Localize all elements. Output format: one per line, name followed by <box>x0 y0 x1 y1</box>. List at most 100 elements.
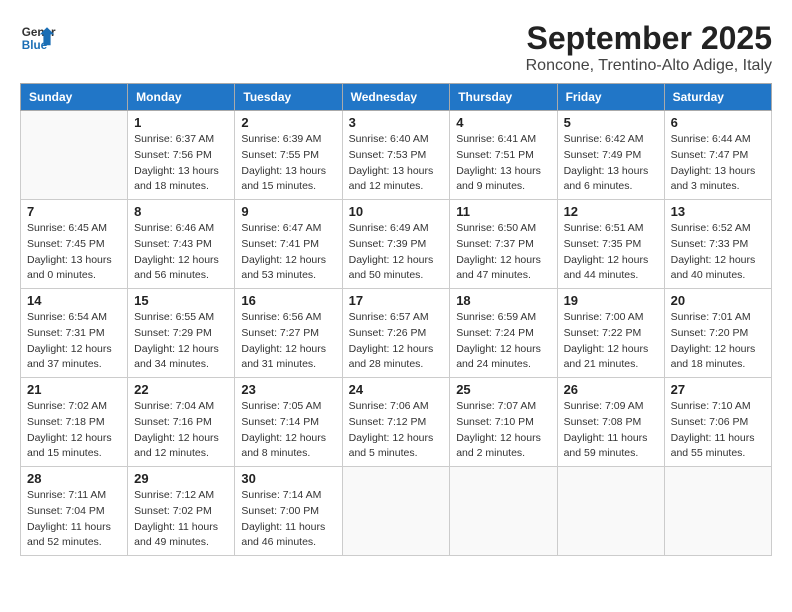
day-number: 11 <box>456 204 550 219</box>
day-info: Sunrise: 7:11 AMSunset: 7:04 PMDaylight:… <box>27 488 121 551</box>
calendar-cell: 1 Sunrise: 6:37 AMSunset: 7:56 PMDaylight… <box>128 111 235 200</box>
day-number: 4 <box>456 115 550 130</box>
calendar-table: SundayMondayTuesdayWednesdayThursdayFrid… <box>20 83 772 556</box>
day-info: Sunrise: 6:42 AMSunset: 7:49 PMDaylight:… <box>564 132 658 195</box>
day-number: 30 <box>241 471 335 486</box>
day-number: 9 <box>241 204 335 219</box>
weekday-header-tuesday: Tuesday <box>235 84 342 111</box>
title-block: September 2025 Roncone, Trentino-Alto Ad… <box>526 20 772 75</box>
day-number: 5 <box>564 115 658 130</box>
day-info: Sunrise: 6:52 AMSunset: 7:33 PMDaylight:… <box>671 221 765 284</box>
day-info: Sunrise: 7:14 AMSunset: 7:00 PMDaylight:… <box>241 488 335 551</box>
calendar-cell <box>342 467 450 556</box>
weekday-header-row: SundayMondayTuesdayWednesdayThursdayFrid… <box>21 84 772 111</box>
calendar-cell: 8 Sunrise: 6:46 AMSunset: 7:43 PMDaylight… <box>128 200 235 289</box>
calendar-week-2: 7Sunrise: 6:45 AMSunset: 7:45 PMDaylight… <box>21 200 772 289</box>
calendar-cell: 19 Sunrise: 7:00 AMSunset: 7:22 PMDayligh… <box>557 289 664 378</box>
day-number: 2 <box>241 115 335 130</box>
day-number: 17 <box>349 293 444 308</box>
calendar-cell: 28 Sunrise: 7:11 AMSunset: 7:04 PMDayligh… <box>21 467 128 556</box>
day-info: Sunrise: 7:00 AMSunset: 7:22 PMDaylight:… <box>564 310 658 373</box>
calendar-cell: 23 Sunrise: 7:05 AMSunset: 7:14 PMDayligh… <box>235 378 342 467</box>
calendar-cell: 22 Sunrise: 7:04 AMSunset: 7:16 PMDayligh… <box>128 378 235 467</box>
calendar-cell <box>21 111 128 200</box>
day-info: Sunrise: 6:40 AMSunset: 7:53 PMDaylight:… <box>349 132 444 195</box>
weekday-header-monday: Monday <box>128 84 235 111</box>
calendar-cell: 21Sunrise: 7:02 AMSunset: 7:18 PMDayligh… <box>21 378 128 467</box>
day-number: 22 <box>134 382 228 397</box>
day-info: Sunrise: 6:47 AMSunset: 7:41 PMDaylight:… <box>241 221 335 284</box>
day-info: Sunrise: 6:37 AMSunset: 7:56 PMDaylight:… <box>134 132 228 195</box>
calendar-cell: 17 Sunrise: 6:57 AMSunset: 7:26 PMDayligh… <box>342 289 450 378</box>
day-info: Sunrise: 6:49 AMSunset: 7:39 PMDaylight:… <box>349 221 444 284</box>
calendar-week-4: 21Sunrise: 7:02 AMSunset: 7:18 PMDayligh… <box>21 378 772 467</box>
calendar-cell: 7Sunrise: 6:45 AMSunset: 7:45 PMDaylight… <box>21 200 128 289</box>
calendar-cell: 25Sunrise: 7:07 AMSunset: 7:10 PMDayligh… <box>450 378 557 467</box>
day-number: 12 <box>564 204 658 219</box>
weekday-header-sunday: Sunday <box>21 84 128 111</box>
calendar-cell <box>664 467 771 556</box>
calendar-cell: 26Sunrise: 7:09 AMSunset: 7:08 PMDayligh… <box>557 378 664 467</box>
day-number: 13 <box>671 204 765 219</box>
day-info: Sunrise: 7:06 AMSunset: 7:12 PMDaylight:… <box>349 399 444 462</box>
day-number: 16 <box>241 293 335 308</box>
logo: General Blue <box>20 20 56 56</box>
weekday-header-saturday: Saturday <box>664 84 771 111</box>
day-number: 29 <box>134 471 228 486</box>
calendar-week-1: 1 Sunrise: 6:37 AMSunset: 7:56 PMDaylight… <box>21 111 772 200</box>
day-number: 8 <box>134 204 228 219</box>
day-number: 14 <box>27 293 121 308</box>
day-number: 3 <box>349 115 444 130</box>
calendar-cell: 18 Sunrise: 6:59 AMSunset: 7:24 PMDayligh… <box>450 289 557 378</box>
day-info: Sunrise: 6:46 AMSunset: 7:43 PMDaylight:… <box>134 221 228 284</box>
day-info: Sunrise: 7:12 AMSunset: 7:02 PMDaylight:… <box>134 488 228 551</box>
day-info: Sunrise: 7:07 AMSunset: 7:10 PMDaylight:… <box>456 399 550 462</box>
day-number: 21 <box>27 382 121 397</box>
day-number: 23 <box>241 382 335 397</box>
day-info: Sunrise: 6:44 AMSunset: 7:47 PMDaylight:… <box>671 132 765 195</box>
day-number: 6 <box>671 115 765 130</box>
calendar-cell: 24 Sunrise: 7:06 AMSunset: 7:12 PMDayligh… <box>342 378 450 467</box>
calendar-cell: 5 Sunrise: 6:42 AMSunset: 7:49 PMDaylight… <box>557 111 664 200</box>
location-subtitle: Roncone, Trentino-Alto Adige, Italy <box>526 57 772 75</box>
day-info: Sunrise: 6:41 AMSunset: 7:51 PMDaylight:… <box>456 132 550 195</box>
day-info: Sunrise: 6:57 AMSunset: 7:26 PMDaylight:… <box>349 310 444 373</box>
day-info: Sunrise: 6:59 AMSunset: 7:24 PMDaylight:… <box>456 310 550 373</box>
day-info: Sunrise: 6:50 AMSunset: 7:37 PMDaylight:… <box>456 221 550 284</box>
calendar-cell: 6 Sunrise: 6:44 AMSunset: 7:47 PMDaylight… <box>664 111 771 200</box>
day-info: Sunrise: 6:51 AMSunset: 7:35 PMDaylight:… <box>564 221 658 284</box>
day-number: 20 <box>671 293 765 308</box>
calendar-cell: 10 Sunrise: 6:49 AMSunset: 7:39 PMDayligh… <box>342 200 450 289</box>
calendar-cell: 13 Sunrise: 6:52 AMSunset: 7:33 PMDayligh… <box>664 200 771 289</box>
calendar-cell: 2Sunrise: 6:39 AMSunset: 7:55 PMDaylight… <box>235 111 342 200</box>
weekday-header-wednesday: Wednesday <box>342 84 450 111</box>
day-info: Sunrise: 7:04 AMSunset: 7:16 PMDaylight:… <box>134 399 228 462</box>
calendar-cell: 12 Sunrise: 6:51 AMSunset: 7:35 PMDayligh… <box>557 200 664 289</box>
day-info: Sunrise: 7:01 AMSunset: 7:20 PMDaylight:… <box>671 310 765 373</box>
month-title: September 2025 <box>526 20 772 57</box>
day-number: 24 <box>349 382 444 397</box>
calendar-cell: 20 Sunrise: 7:01 AMSunset: 7:20 PMDayligh… <box>664 289 771 378</box>
day-number: 15 <box>134 293 228 308</box>
calendar-cell <box>557 467 664 556</box>
day-number: 28 <box>27 471 121 486</box>
day-info: Sunrise: 6:54 AMSunset: 7:31 PMDaylight:… <box>27 310 121 373</box>
day-info: Sunrise: 6:56 AMSunset: 7:27 PMDaylight:… <box>241 310 335 373</box>
calendar-cell: 15 Sunrise: 6:55 AMSunset: 7:29 PMDayligh… <box>128 289 235 378</box>
logo-icon: General Blue <box>20 20 56 56</box>
day-info: Sunrise: 6:45 AMSunset: 7:45 PMDaylight:… <box>27 221 121 284</box>
day-info: Sunrise: 7:09 AMSunset: 7:08 PMDaylight:… <box>564 399 658 462</box>
calendar-cell: 30 Sunrise: 7:14 AMSunset: 7:00 PMDayligh… <box>235 467 342 556</box>
calendar-cell <box>450 467 557 556</box>
calendar-week-3: 14 Sunrise: 6:54 AMSunset: 7:31 PMDayligh… <box>21 289 772 378</box>
day-info: Sunrise: 7:05 AMSunset: 7:14 PMDaylight:… <box>241 399 335 462</box>
calendar-cell: 9 Sunrise: 6:47 AMSunset: 7:41 PMDaylight… <box>235 200 342 289</box>
calendar-cell: 16 Sunrise: 6:56 AMSunset: 7:27 PMDayligh… <box>235 289 342 378</box>
day-number: 18 <box>456 293 550 308</box>
day-number: 1 <box>134 115 228 130</box>
day-number: 10 <box>349 204 444 219</box>
day-number: 19 <box>564 293 658 308</box>
day-info: Sunrise: 6:55 AMSunset: 7:29 PMDaylight:… <box>134 310 228 373</box>
calendar-cell: 27Sunrise: 7:10 AMSunset: 7:06 PMDayligh… <box>664 378 771 467</box>
weekday-header-friday: Friday <box>557 84 664 111</box>
